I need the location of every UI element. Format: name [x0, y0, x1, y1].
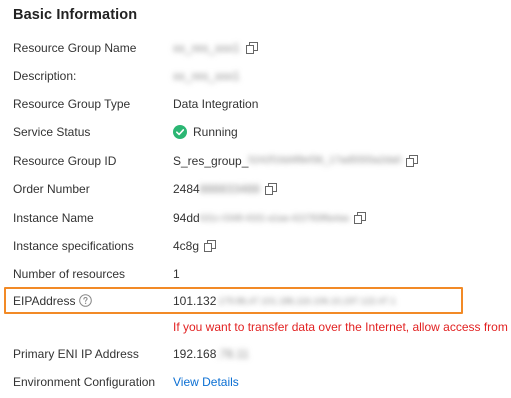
resource-group-type-value: Data Integration: [173, 97, 259, 111]
eip-address-label-container: EIPAddress: [13, 291, 93, 311]
order-number-masked: 888833488: [199, 182, 260, 196]
primary-eni-ip-masked: .78.11: [216, 347, 249, 361]
resource-group-name-label: Resource Group Name: [13, 41, 137, 55]
instance-name-label: Instance Name: [13, 211, 94, 225]
row-instance-name: Instance Name 94dd 631c-0348-4331-a1aa-4…: [0, 208, 511, 228]
row-resource-group-name: Resource Group Name xx_res_xxx1: [0, 38, 511, 58]
eip-address-value-container: 101.132 .179.86,47.101.186,116.106.10,19…: [173, 291, 396, 311]
resource-group-id-prefix: S_res_group_: [173, 154, 249, 168]
description-value: xx_res_xxx1: [173, 69, 240, 83]
instance-name-prefix: 94dd: [173, 211, 200, 225]
service-status-label: Service Status: [13, 125, 91, 139]
primary-eni-ip-label: Primary ENI IP Address: [13, 347, 139, 361]
view-details-link[interactable]: View Details: [173, 372, 239, 392]
instance-specifications-label: Instance specifications: [13, 239, 134, 253]
service-status-value-container: Running: [173, 122, 238, 142]
row-service-status: Service Status Running: [0, 122, 511, 142]
order-number-label: Order Number: [13, 182, 90, 196]
row-instance-specifications: Instance specifications 4c8g: [0, 236, 511, 256]
environment-configuration-label: Environment Configuration: [13, 375, 156, 389]
row-resource-group-type: Resource Group Type Data Integration: [0, 94, 511, 114]
instance-specifications-value-container: 4c8g: [173, 236, 217, 256]
resource-group-name-value-container: xx_res_xxx1: [173, 38, 258, 58]
copy-icon[interactable]: [204, 240, 217, 252]
environment-configuration-value-container: View Details: [173, 372, 239, 392]
check-circle-icon: [173, 125, 187, 139]
service-status-value: Running: [193, 125, 238, 139]
copy-icon[interactable]: [406, 155, 419, 167]
row-primary-eni-ip: Primary ENI IP Address 192.168 .78.11: [0, 344, 511, 364]
description-value-container: xx_res_xxx1: [173, 66, 240, 86]
eip-address-label: EIPAddress: [13, 294, 76, 308]
row-description: Description: xx_res_xxx1: [0, 66, 511, 86]
primary-eni-ip-prefix: 192.168: [173, 347, 217, 361]
instance-specifications-value: 4c8g: [173, 239, 200, 253]
copy-icon[interactable]: [264, 183, 277, 195]
eip-address-masked: .179.86,47.101.186,116.106.10,197.122.47…: [216, 296, 396, 306]
row-order-number: Order Number 2484 888833488: [0, 179, 511, 199]
order-number-value-container: 2484 888833488: [173, 179, 277, 199]
resource-group-name-value: xx_res_xxx1: [173, 41, 240, 55]
row-environment-configuration: Environment Configuration View Details: [0, 372, 511, 392]
resource-group-id-label: Resource Group ID: [13, 154, 117, 168]
resource-group-type-label: Resource Group Type: [13, 97, 131, 111]
number-of-resources-label: Number of resources: [13, 267, 126, 281]
section-title: Basic Information: [13, 7, 138, 23]
instance-name-value-container: 94dd 631c-0348-4331-a1aa-422783f8a4aa: [173, 208, 366, 228]
number-of-resources-value: 1: [173, 267, 180, 281]
copy-icon[interactable]: [245, 42, 258, 54]
copy-icon[interactable]: [353, 212, 366, 224]
eip-warning-message: If you want to transfer data over the In…: [173, 320, 508, 334]
primary-eni-ip-value-container: 192.168 .78.11: [173, 344, 249, 364]
order-number-prefix: 2484: [173, 182, 200, 196]
instance-name-masked: 631c-0348-4331-a1aa-422783f8a4aa: [199, 213, 349, 223]
question-circle-icon[interactable]: [79, 294, 93, 308]
row-eip-address: EIPAddress 101.132 .179.86,47.101.186,11…: [0, 291, 511, 311]
resource-group-id-value-container: S_res_group_ 5242f16d4f8ef36_17ad5555a2d…: [173, 151, 419, 171]
resource-group-id-masked: 5242f16d4f8ef36_17ad5555a2da0: [248, 155, 402, 166]
row-number-of-resources: Number of resources 1: [0, 264, 511, 284]
description-label: Description:: [13, 69, 77, 83]
row-resource-group-id: Resource Group ID S_res_group_ 5242f16d4…: [0, 151, 511, 171]
eip-address-prefix: 101.132: [173, 294, 217, 308]
